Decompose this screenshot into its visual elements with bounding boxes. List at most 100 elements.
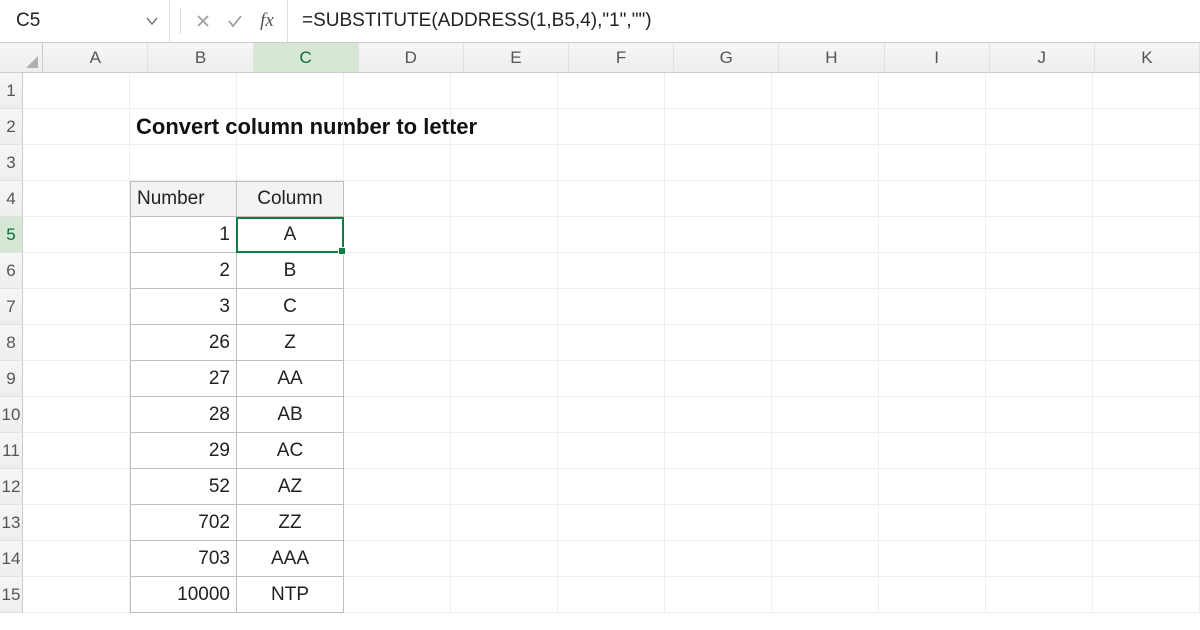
cell-H12[interactable] xyxy=(772,469,879,505)
cell-C14[interactable]: AAA xyxy=(237,541,344,577)
cell-F9[interactable] xyxy=(558,361,665,397)
row-header-4[interactable]: 4 xyxy=(0,181,23,217)
cell-I5[interactable] xyxy=(879,217,986,253)
col-header-H[interactable]: H xyxy=(779,43,884,72)
col-header-I[interactable]: I xyxy=(885,43,990,72)
cell-F4[interactable] xyxy=(558,181,665,217)
col-header-B[interactable]: B xyxy=(148,43,253,72)
cell-C10[interactable]: AB xyxy=(237,397,344,433)
row-header-6[interactable]: 6 xyxy=(0,253,23,289)
chevron-down-icon[interactable] xyxy=(145,14,159,28)
cell-J4[interactable] xyxy=(986,181,1093,217)
cell-E13[interactable] xyxy=(451,505,558,541)
cell-J9[interactable] xyxy=(986,361,1093,397)
row-header-8[interactable]: 8 xyxy=(0,325,23,361)
cell-E5[interactable] xyxy=(451,217,558,253)
cell-K6[interactable] xyxy=(1093,253,1200,289)
cell-F15[interactable] xyxy=(558,577,665,613)
cell-G12[interactable] xyxy=(665,469,772,505)
col-header-J[interactable]: J xyxy=(990,43,1095,72)
cell-K11[interactable] xyxy=(1093,433,1200,469)
cell-H6[interactable] xyxy=(772,253,879,289)
cell-G3[interactable] xyxy=(665,145,772,181)
cell-E8[interactable] xyxy=(451,325,558,361)
cell-G2[interactable] xyxy=(665,109,772,145)
cell-B11[interactable]: 29 xyxy=(130,433,237,469)
cell-K13[interactable] xyxy=(1093,505,1200,541)
cell-F13[interactable] xyxy=(558,505,665,541)
cell-G13[interactable] xyxy=(665,505,772,541)
cell-J11[interactable] xyxy=(986,433,1093,469)
cell-I14[interactable] xyxy=(879,541,986,577)
cell-F14[interactable] xyxy=(558,541,665,577)
cell-G9[interactable] xyxy=(665,361,772,397)
col-header-K[interactable]: K xyxy=(1095,43,1200,72)
cell-C4[interactable]: Column xyxy=(237,181,344,217)
cell-K3[interactable] xyxy=(1093,145,1200,181)
cell-F8[interactable] xyxy=(558,325,665,361)
cell-I12[interactable] xyxy=(879,469,986,505)
cell-E1[interactable] xyxy=(451,73,558,109)
cell-H11[interactable] xyxy=(772,433,879,469)
cell-E15[interactable] xyxy=(451,577,558,613)
cell-K7[interactable] xyxy=(1093,289,1200,325)
cell-G6[interactable] xyxy=(665,253,772,289)
cell-C15[interactable]: NTP xyxy=(237,577,344,613)
cell-E14[interactable] xyxy=(451,541,558,577)
cell-B8[interactable]: 26 xyxy=(130,325,237,361)
row-header-12[interactable]: 12 xyxy=(0,469,23,505)
cell-G14[interactable] xyxy=(665,541,772,577)
cell-D3[interactable] xyxy=(344,145,451,181)
col-header-F[interactable]: F xyxy=(569,43,674,72)
cell-I1[interactable] xyxy=(879,73,986,109)
cell-A2[interactable] xyxy=(23,109,130,145)
row-header-11[interactable]: 11 xyxy=(0,433,23,469)
cell-E12[interactable] xyxy=(451,469,558,505)
cell-F3[interactable] xyxy=(558,145,665,181)
cell-K4[interactable] xyxy=(1093,181,1200,217)
cell-G4[interactable] xyxy=(665,181,772,217)
cell-E4[interactable] xyxy=(451,181,558,217)
cell-D1[interactable] xyxy=(344,73,451,109)
col-header-A[interactable]: A xyxy=(43,43,148,72)
cell-D6[interactable] xyxy=(344,253,451,289)
cell-J15[interactable] xyxy=(986,577,1093,613)
cell-I10[interactable] xyxy=(879,397,986,433)
row-header-10[interactable]: 10 xyxy=(0,397,23,433)
cell-B15[interactable]: 10000 xyxy=(130,577,237,613)
row-header-1[interactable]: 1 xyxy=(0,73,23,109)
cell-H4[interactable] xyxy=(772,181,879,217)
cell-D14[interactable] xyxy=(344,541,451,577)
cell-H13[interactable] xyxy=(772,505,879,541)
cell-B14[interactable]: 703 xyxy=(130,541,237,577)
enter-formula-button[interactable] xyxy=(221,7,249,35)
col-header-E[interactable]: E xyxy=(464,43,569,72)
cell-B4[interactable]: Number xyxy=(130,181,237,217)
cell-J8[interactable] xyxy=(986,325,1093,361)
cell-A12[interactable] xyxy=(23,469,130,505)
cell-D15[interactable] xyxy=(344,577,451,613)
cell-D8[interactable] xyxy=(344,325,451,361)
cell-E6[interactable] xyxy=(451,253,558,289)
cell-K10[interactable] xyxy=(1093,397,1200,433)
cell-I4[interactable] xyxy=(879,181,986,217)
cell-A9[interactable] xyxy=(23,361,130,397)
cell-C2[interactable] xyxy=(237,109,344,145)
cell-H2[interactable] xyxy=(772,109,879,145)
cell-A4[interactable] xyxy=(23,181,130,217)
insert-function-button[interactable]: fx xyxy=(253,7,281,35)
cell-I3[interactable] xyxy=(879,145,986,181)
cell-A13[interactable] xyxy=(23,505,130,541)
cell-A5[interactable] xyxy=(23,217,130,253)
cell-F10[interactable] xyxy=(558,397,665,433)
cell-J3[interactable] xyxy=(986,145,1093,181)
cell-D9[interactable] xyxy=(344,361,451,397)
cell-G11[interactable] xyxy=(665,433,772,469)
cell-F11[interactable] xyxy=(558,433,665,469)
row-header-3[interactable]: 3 xyxy=(0,145,23,181)
cell-I7[interactable] xyxy=(879,289,986,325)
row-header-7[interactable]: 7 xyxy=(0,289,23,325)
cell-F6[interactable] xyxy=(558,253,665,289)
row-header-2[interactable]: 2 xyxy=(0,109,23,145)
cell-A10[interactable] xyxy=(23,397,130,433)
